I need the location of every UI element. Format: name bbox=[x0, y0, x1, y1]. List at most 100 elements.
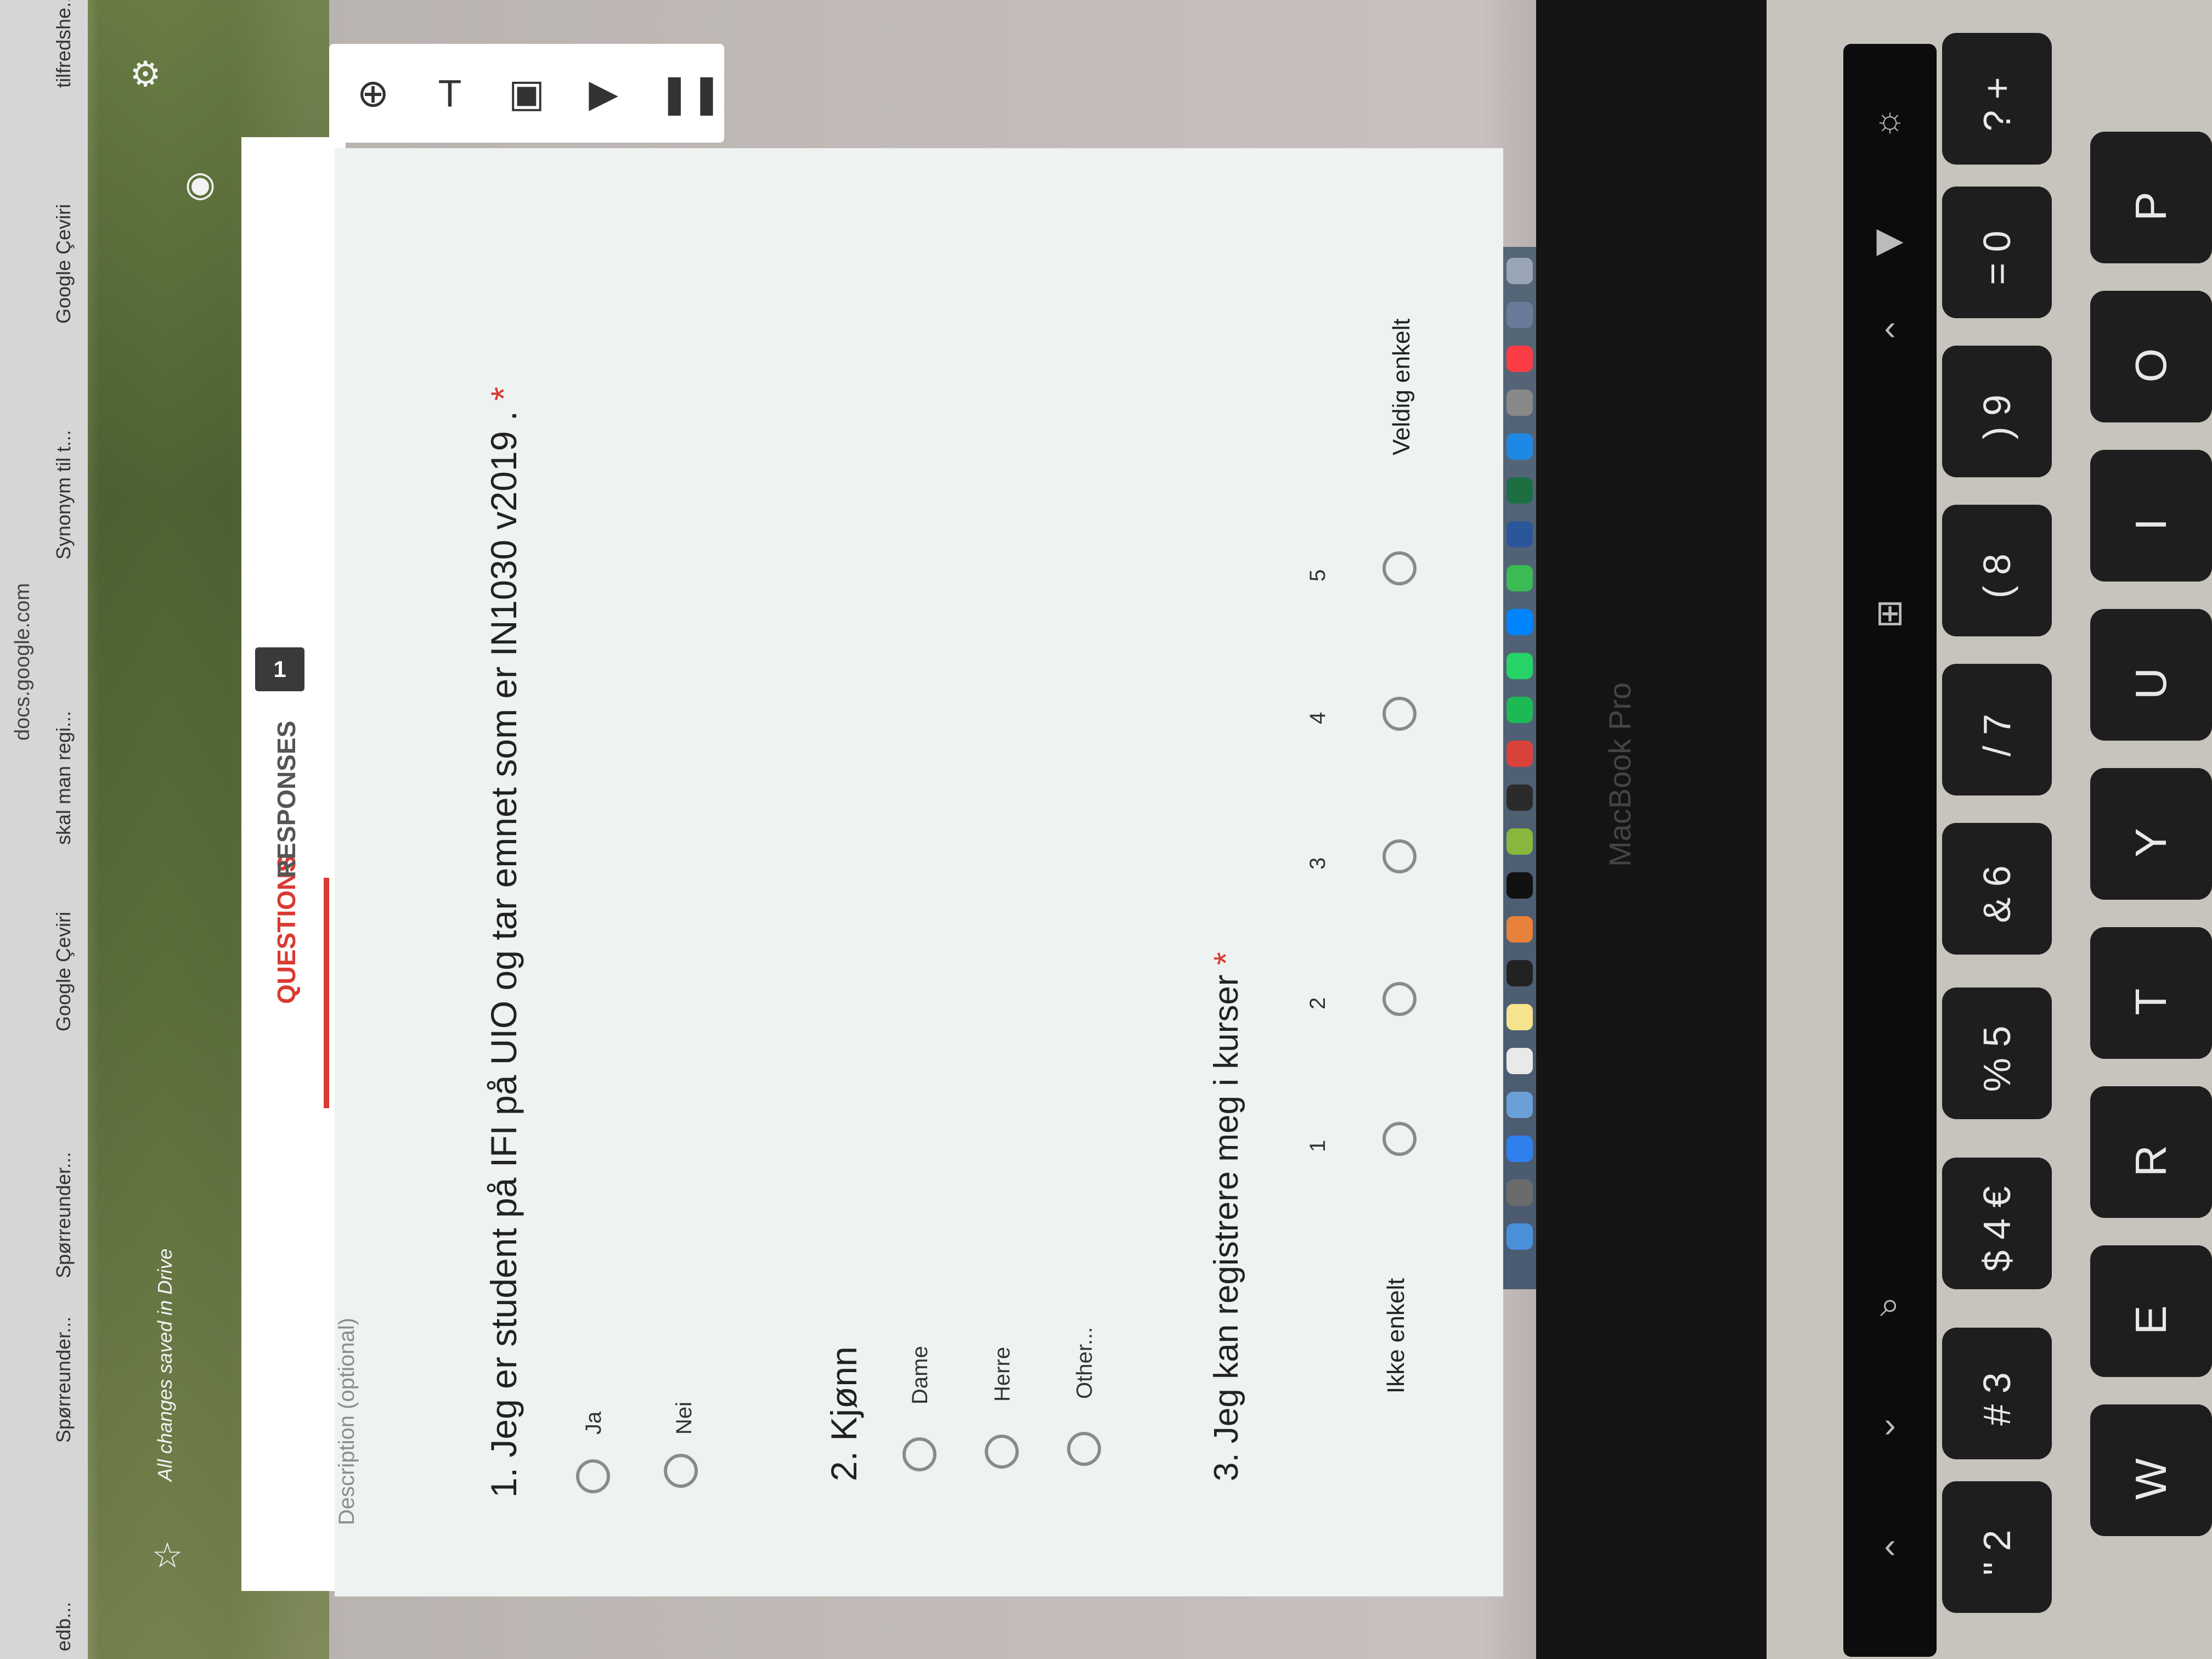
option-label: Dame bbox=[908, 1346, 932, 1404]
key-label: $ 4 € bbox=[1976, 1186, 2018, 1272]
browser-chrome: edb... Spørreunder... Spørreunder... Goo… bbox=[0, 0, 88, 1659]
dock-app-finder[interactable] bbox=[1506, 1223, 1533, 1250]
key-y[interactable]: Y bbox=[2090, 768, 2212, 900]
radio-ja[interactable] bbox=[576, 1459, 610, 1493]
key-p[interactable]: P bbox=[2090, 132, 2212, 263]
browser-tab[interactable]: Google Çeviri bbox=[52, 912, 75, 1031]
browser-tab[interactable]: Google Çeviri bbox=[52, 204, 75, 324]
scale-radio-3[interactable] bbox=[1383, 839, 1417, 873]
image-icon[interactable]: ▣ bbox=[505, 71, 549, 115]
settings-gear-icon[interactable]: ⚙ bbox=[126, 55, 165, 93]
key-label: U bbox=[2126, 668, 2175, 699]
key-6[interactable]: & 6 bbox=[1942, 823, 2052, 955]
tab-responses[interactable]: RESPONSES bbox=[272, 721, 301, 878]
dock-app-trash[interactable] bbox=[1506, 258, 1533, 284]
add-question-icon[interactable]: ⊕ bbox=[351, 71, 395, 115]
brightness-icon[interactable]: ☼ bbox=[1857, 99, 1923, 139]
scale-radio-1[interactable] bbox=[1383, 1122, 1417, 1156]
key-plus[interactable]: ? + bbox=[1942, 33, 2052, 165]
browser-tab[interactable]: Spørreunder... bbox=[52, 1317, 75, 1443]
radio-nei[interactable] bbox=[664, 1454, 698, 1488]
chevron-left-icon[interactable]: ‹ bbox=[1857, 307, 1923, 348]
dock-app-whatsapp[interactable] bbox=[1506, 653, 1533, 679]
dock-app-stack[interactable] bbox=[1506, 785, 1533, 811]
saved-status: All changes saved in Drive bbox=[154, 1248, 176, 1481]
browser-tab[interactable]: edb... bbox=[52, 1602, 75, 1651]
key-label: # 3 bbox=[1976, 1372, 2018, 1426]
dock-app-excel[interactable] bbox=[1506, 477, 1533, 504]
key-o[interactable]: O bbox=[2090, 291, 2212, 422]
dock-app-intellij[interactable] bbox=[1506, 872, 1533, 899]
key-t[interactable]: T bbox=[2090, 927, 2212, 1059]
radio-dame[interactable] bbox=[902, 1437, 936, 1471]
key-r[interactable]: R bbox=[2090, 1086, 2212, 1218]
chevron-left-icon[interactable]: ‹ bbox=[1857, 1525, 1923, 1566]
search-icon[interactable]: ⌕ bbox=[1857, 1284, 1923, 1325]
question-1-title[interactable]: 1. Jeg er student på IFI på UIO og tar e… bbox=[483, 387, 524, 1498]
dock-app-red[interactable] bbox=[1506, 741, 1533, 767]
key-label: Y bbox=[2126, 828, 2175, 857]
key-label: R bbox=[2126, 1145, 2175, 1177]
scale-radio-5[interactable] bbox=[1383, 551, 1417, 585]
dock-app-word[interactable] bbox=[1506, 521, 1533, 548]
address-bar-url[interactable]: docs.google.com bbox=[11, 583, 35, 741]
dock-app-sublime[interactable] bbox=[1506, 916, 1533, 943]
dock-app-messages[interactable] bbox=[1506, 565, 1533, 591]
key-0[interactable]: = 0 bbox=[1942, 187, 2052, 318]
required-mark: * bbox=[483, 386, 524, 401]
key-7[interactable]: / 7 bbox=[1942, 664, 2052, 795]
key-label: & 6 bbox=[1976, 865, 2018, 923]
key-i[interactable]: I bbox=[2090, 450, 2212, 582]
description-field[interactable]: Description (optional) bbox=[335, 1318, 359, 1525]
key-w[interactable]: W bbox=[2090, 1404, 2212, 1536]
preview-eye-icon[interactable]: ◉ bbox=[181, 165, 219, 203]
dock-app-android[interactable] bbox=[1506, 828, 1533, 855]
dock-app-launchpad[interactable] bbox=[1506, 1180, 1533, 1206]
radio-herre[interactable] bbox=[985, 1435, 1019, 1469]
question-3-title[interactable]: 3. Jeg kan registrere meg i kurser * bbox=[1207, 952, 1246, 1481]
browser-tab[interactable]: tilfredshe... bbox=[52, 0, 75, 88]
key-4[interactable]: $ 4 € bbox=[1942, 1158, 2052, 1289]
key-label: T bbox=[2126, 988, 2175, 1015]
dock-app-preview[interactable] bbox=[1506, 302, 1533, 328]
option-label: Other... bbox=[1073, 1327, 1097, 1399]
browser-tab[interactable]: skal man regi... bbox=[52, 711, 75, 845]
key-3[interactable]: # 3 bbox=[1942, 1328, 2052, 1459]
dock-app-music[interactable] bbox=[1506, 346, 1533, 372]
dock-app-messenger[interactable] bbox=[1506, 609, 1533, 635]
key-label: ) 9 bbox=[1976, 394, 2018, 439]
new-tab-icon[interactable]: ⊞ bbox=[1857, 592, 1923, 634]
radio-other[interactable] bbox=[1067, 1432, 1101, 1466]
browser-tab[interactable]: Spørreunder... bbox=[52, 1152, 75, 1278]
dock-app-terminal[interactable] bbox=[1506, 960, 1533, 986]
video-icon[interactable]: ▶ bbox=[582, 71, 625, 115]
dock-app-spotify[interactable] bbox=[1506, 697, 1533, 723]
section-icon[interactable]: ❚❚ bbox=[658, 71, 723, 115]
scale-radio-4[interactable] bbox=[1383, 697, 1417, 731]
dock-app-safari[interactable] bbox=[1506, 1136, 1533, 1162]
dock-app-appstore[interactable] bbox=[1506, 433, 1533, 460]
key-label: O bbox=[2126, 348, 2175, 383]
scale-number: 3 bbox=[1306, 857, 1330, 870]
play-icon[interactable]: ▶ bbox=[1857, 219, 1923, 261]
question-title-text: 1. Jeg er student på IFI på UIO og tar e… bbox=[483, 410, 524, 1498]
star-icon[interactable]: ☆ bbox=[148, 1536, 187, 1575]
question-2-title[interactable]: 2. Kjønn bbox=[823, 1346, 865, 1481]
scale-number: 5 bbox=[1306, 569, 1330, 582]
scale-radio-2[interactable] bbox=[1383, 982, 1417, 1016]
key-8[interactable]: ( 8 bbox=[1942, 505, 2052, 636]
dock-app-settings[interactable] bbox=[1506, 390, 1533, 416]
browser-tab[interactable]: Synonym til t... bbox=[52, 430, 75, 560]
key-u[interactable]: U bbox=[2090, 609, 2212, 741]
scale-high-label: Veldig enkelt bbox=[1388, 318, 1415, 455]
dock-app-mail[interactable] bbox=[1506, 1092, 1533, 1118]
key-5[interactable]: % 5 bbox=[1942, 988, 2052, 1119]
chevron-right-icon[interactable]: › bbox=[1857, 1404, 1923, 1445]
key-e[interactable]: E bbox=[2090, 1245, 2212, 1377]
title-text-icon[interactable]: T bbox=[428, 71, 472, 115]
question-toolbar: ⊕ T ▣ ▶ ❚❚ bbox=[329, 44, 724, 143]
dock-app-notes[interactable] bbox=[1506, 1004, 1533, 1030]
key-9[interactable]: ) 9 bbox=[1942, 346, 2052, 477]
dock-app-calendar[interactable] bbox=[1506, 1048, 1533, 1074]
key-2[interactable]: " 2 bbox=[1942, 1481, 2052, 1613]
